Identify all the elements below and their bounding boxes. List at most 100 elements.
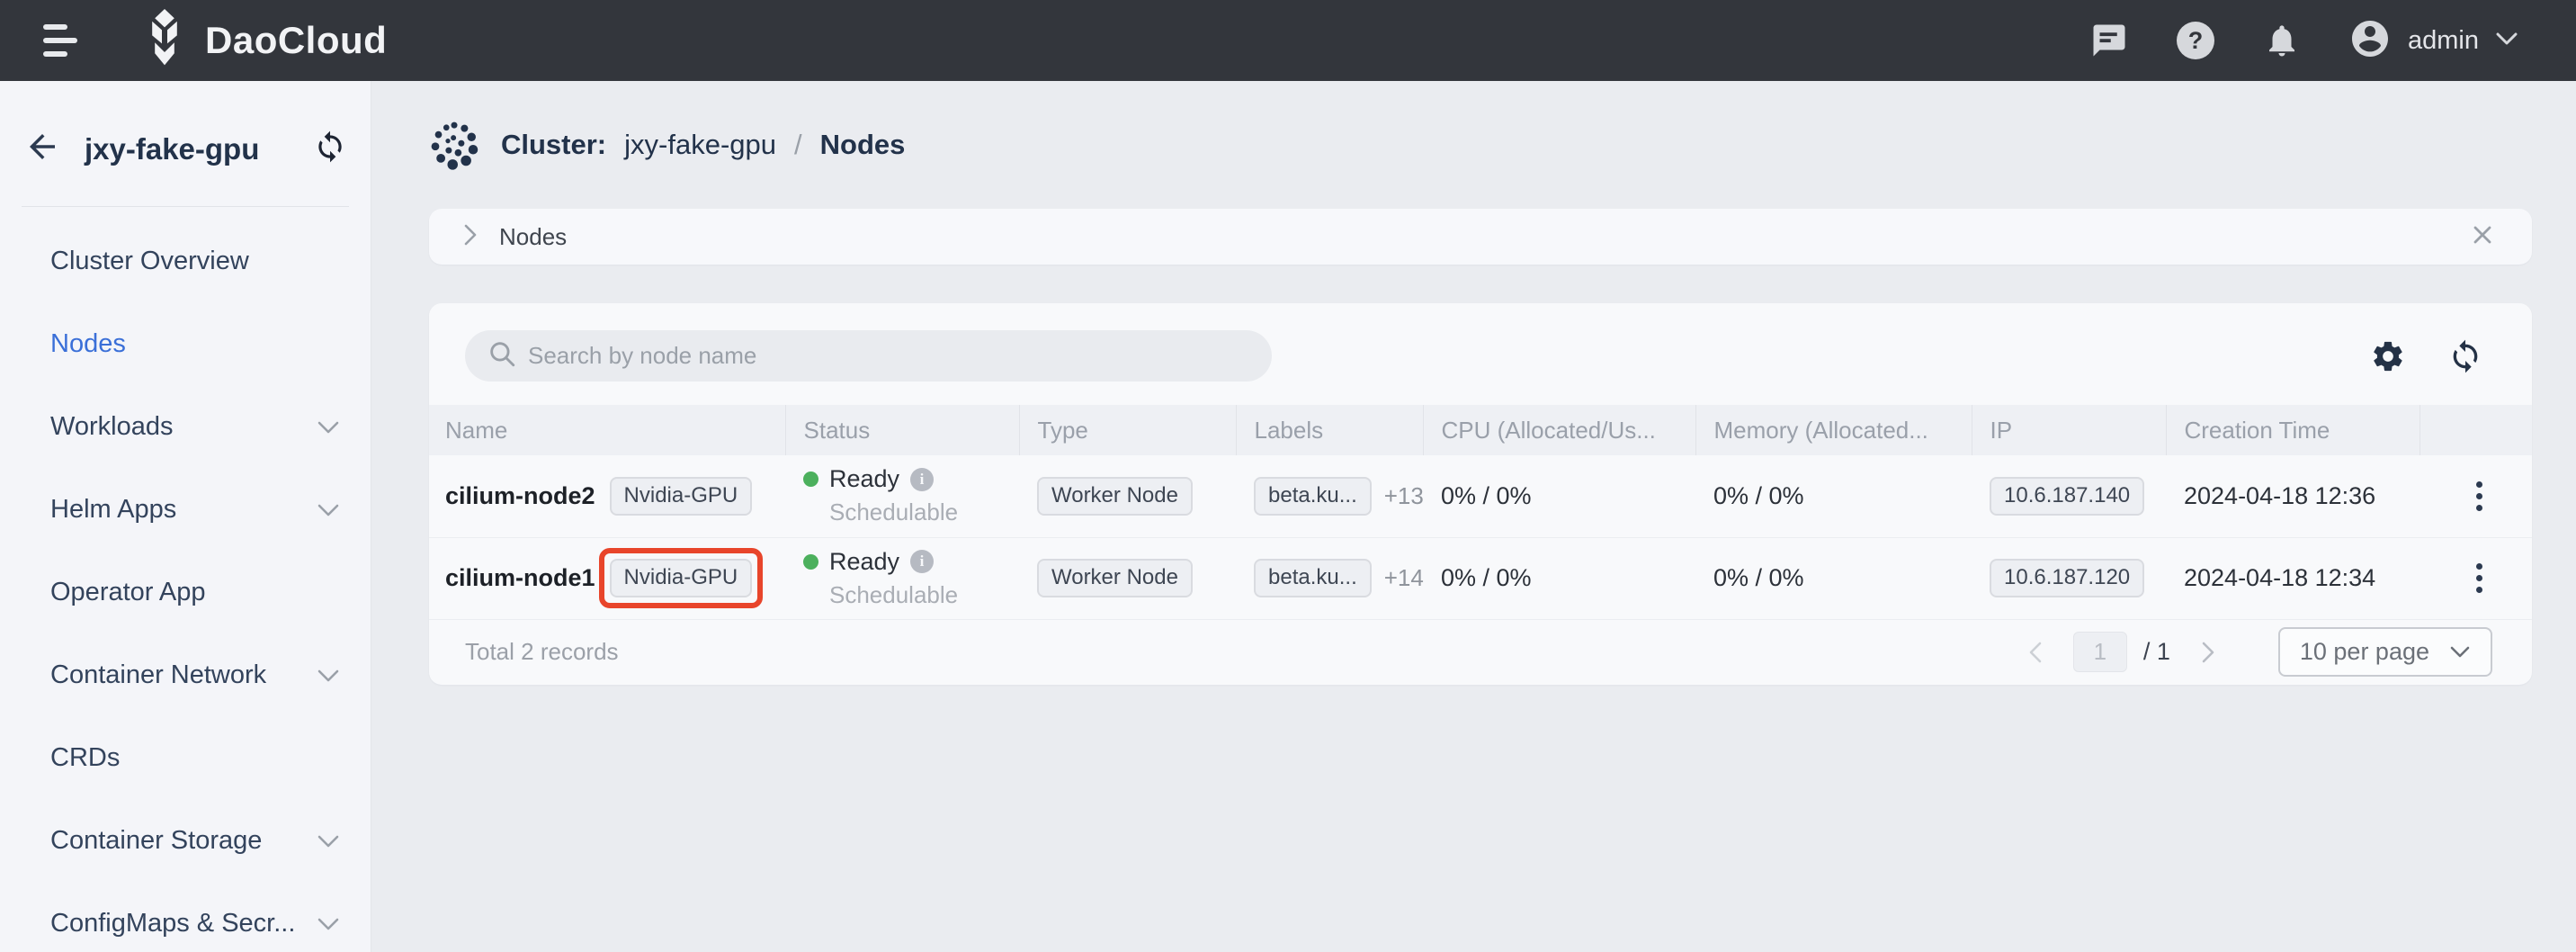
message-icon[interactable] — [2089, 21, 2129, 60]
memory-usage: 0% / 0% — [1695, 455, 1972, 537]
notification-bell-icon[interactable] — [2262, 21, 2302, 60]
col-cpu[interactable]: CPU (Allocated/Us... — [1423, 405, 1695, 455]
schedulable-text: Schedulable — [829, 581, 1019, 609]
chevron-down-icon — [317, 412, 340, 442]
node-type-tag: Worker Node — [1037, 559, 1193, 597]
cpu-usage: 0% / 0% — [1423, 537, 1695, 619]
close-icon[interactable] — [2471, 223, 2494, 251]
settings-gear-icon[interactable] — [2368, 337, 2408, 376]
node-name-link[interactable]: cilium-node2 — [445, 482, 595, 510]
breadcrumb-current: Nodes — [820, 129, 906, 161]
creation-time: 2024-04-18 12:36 — [2166, 455, 2419, 537]
col-status[interactable]: Status — [785, 405, 1019, 455]
nodes-table-card: Name Status Type Labels CPU (Allocated/U… — [429, 303, 2532, 685]
sidebar-item-cluster-overview[interactable]: Cluster Overview — [0, 220, 371, 302]
label-more-count[interactable]: +14 — [1384, 564, 1424, 592]
ip-tag[interactable]: 10.6.187.120 — [1990, 559, 2144, 597]
page-size-select[interactable]: 10 per page — [2278, 627, 2492, 677]
brand-name: DaoCloud — [205, 19, 387, 62]
label-tag[interactable]: beta.ku... — [1254, 559, 1372, 597]
chevron-down-icon — [317, 660, 340, 690]
nodes-table: Name Status Type Labels CPU (Allocated/U… — [429, 405, 2532, 620]
col-ip[interactable]: IP — [1972, 405, 2166, 455]
status-ready-dot — [803, 554, 818, 570]
col-actions — [2419, 405, 2532, 455]
highlight-annotation-box: Nvidia-GPU — [599, 548, 764, 608]
row-actions-kebab-icon[interactable] — [2459, 563, 2499, 593]
creation-time: 2024-04-18 12:34 — [2166, 537, 2419, 619]
row-actions-kebab-icon[interactable] — [2459, 481, 2499, 511]
node-name-link[interactable]: cilium-node1 — [445, 564, 595, 592]
breadcrumb-prefix: Cluster: — [501, 129, 606, 161]
col-creation-time[interactable]: Creation Time — [2166, 405, 2419, 455]
username: admin — [2408, 26, 2479, 56]
table-row[interactable]: cilium-node2 Nvidia-GPU Ready i — [429, 455, 2532, 537]
chevron-right-icon[interactable] — [461, 222, 479, 252]
search-icon — [487, 338, 517, 373]
app-root: DaoCloud ? — [0, 0, 2576, 952]
table-header-row: Name Status Type Labels CPU (Allocated/U… — [429, 405, 2532, 455]
sidebar-item-container-storage[interactable]: Container Storage — [0, 799, 371, 882]
schedulable-text: Schedulable — [829, 498, 1019, 526]
refresh-icon[interactable] — [2446, 337, 2485, 376]
chevron-down-icon — [317, 495, 340, 525]
label-tag[interactable]: beta.ku... — [1254, 477, 1372, 516]
info-icon[interactable]: i — [910, 468, 934, 491]
daocloud-logo-icon — [139, 9, 191, 73]
page-total: / 1 — [2143, 638, 2170, 666]
table-toolbar — [429, 303, 2532, 405]
cluster-icon — [429, 120, 479, 170]
sidebar-item-configmaps-secrets[interactable]: ConfigMaps & Secr... — [0, 882, 371, 952]
status-text: Ready — [829, 548, 899, 576]
user-chevron-down-icon — [2495, 31, 2518, 50]
col-labels[interactable]: Labels — [1236, 405, 1423, 455]
sidebar-item-operator-app[interactable]: Operator App — [0, 551, 371, 633]
avatar-icon — [2348, 17, 2392, 65]
prev-page-icon[interactable] — [2019, 636, 2052, 669]
memory-usage: 0% / 0% — [1695, 537, 1972, 619]
breadcrumb-cluster-link[interactable]: jxy-fake-gpu — [624, 129, 776, 161]
help-icon[interactable]: ? — [2176, 21, 2215, 60]
node-search[interactable] — [465, 330, 1272, 382]
sidebar-item-workloads[interactable]: Workloads — [0, 385, 371, 468]
info-icon[interactable]: i — [910, 550, 934, 573]
next-page-icon[interactable] — [2192, 636, 2224, 669]
back-arrow-icon[interactable] — [23, 128, 61, 170]
table-row[interactable]: cilium-node1 Nvidia-GPU Ready — [429, 537, 2532, 619]
pagination: / 1 10 per page — [2019, 627, 2492, 677]
top-bar: DaoCloud ? — [0, 0, 2576, 81]
cluster-name-title: jxy-fake-gpu — [85, 132, 313, 166]
gpu-tag: Nvidia-GPU — [610, 559, 753, 597]
sidebar: jxy-fake-gpu Cluster Overview Nodes Work… — [0, 81, 371, 952]
switch-cluster-icon[interactable] — [313, 130, 347, 168]
sidebar-item-container-network[interactable]: Container Network — [0, 633, 371, 716]
help-glyph: ? — [2177, 22, 2214, 59]
chevron-down-icon — [317, 826, 340, 856]
sidebar-item-crds[interactable]: CRDs — [0, 716, 371, 799]
breadcrumb: Cluster: jxy-fake-gpu / Nodes — [429, 81, 2532, 209]
page-size-value: 10 per page — [2300, 638, 2429, 666]
brand[interactable]: DaoCloud — [139, 9, 387, 73]
sidebar-item-nodes[interactable]: Nodes — [0, 302, 371, 385]
cpu-usage: 0% / 0% — [1423, 455, 1695, 537]
gpu-tag: Nvidia-GPU — [610, 477, 753, 516]
breadcrumb-separator: / — [794, 129, 802, 161]
status-text: Ready — [829, 465, 899, 493]
chevron-down-icon — [317, 909, 340, 939]
label-more-count[interactable]: +13 — [1384, 482, 1424, 510]
main-content: Cluster: jxy-fake-gpu / Nodes Nodes — [371, 81, 2576, 952]
node-type-tag: Worker Node — [1037, 477, 1193, 516]
status-ready-dot — [803, 472, 818, 487]
hamburger-menu-icon[interactable] — [43, 24, 79, 57]
nodes-collapse-bar: Nodes — [429, 209, 2532, 265]
col-type[interactable]: Type — [1019, 405, 1236, 455]
ip-tag[interactable]: 10.6.187.140 — [1990, 477, 2144, 516]
sidebar-item-helm-apps[interactable]: Helm Apps — [0, 468, 371, 551]
col-memory[interactable]: Memory (Allocated... — [1695, 405, 1972, 455]
collapse-bar-title: Nodes — [499, 223, 567, 251]
user-menu[interactable]: admin — [2348, 17, 2518, 65]
page-number-input[interactable] — [2073, 632, 2127, 672]
search-input[interactable] — [528, 342, 1261, 370]
total-records: Total 2 records — [465, 638, 619, 666]
col-name[interactable]: Name — [429, 405, 785, 455]
